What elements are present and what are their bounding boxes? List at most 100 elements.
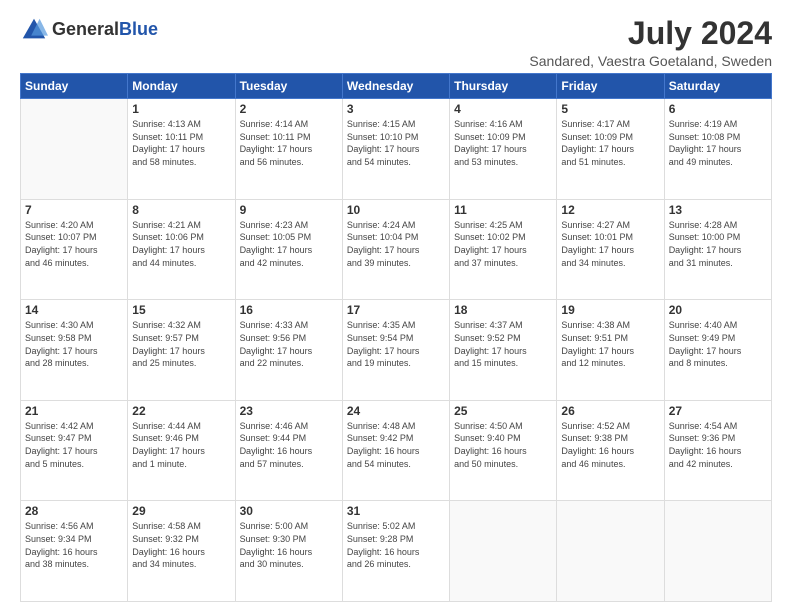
table-row: 27Sunrise: 4:54 AMSunset: 9:36 PMDayligh… xyxy=(664,400,771,501)
day-info: Sunrise: 4:40 AMSunset: 9:49 PMDaylight:… xyxy=(669,319,767,369)
calendar-week-row: 21Sunrise: 4:42 AMSunset: 9:47 PMDayligh… xyxy=(21,400,772,501)
table-row: 24 Sunrise: 4:48 AMSunset: 9:42 PMDayligh… xyxy=(342,400,449,501)
calendar-week-row: 7Sunrise: 4:20 AMSunset: 10:07 PMDayligh… xyxy=(21,199,772,300)
logo-blue: Blue xyxy=(119,19,158,39)
day-number: 25 xyxy=(454,404,552,418)
table-row: 31 Sunrise: 5:02 AMSunset: 9:28 PMDayligh… xyxy=(342,501,449,602)
main-title: July 2024 xyxy=(529,16,772,51)
title-block: July 2024 Sandared, Vaestra Goetaland, S… xyxy=(529,16,772,69)
table-row xyxy=(21,99,128,200)
day-number: 30 xyxy=(240,504,338,518)
day-number: 11 xyxy=(454,203,552,217)
day-number: 24 xyxy=(347,404,445,418)
table-row xyxy=(664,501,771,602)
calendar-table: Sunday Monday Tuesday Wednesday Thursday… xyxy=(20,73,772,602)
day-info: Sunrise: 4:32 AMSunset: 9:57 PMDaylight:… xyxy=(132,319,230,369)
table-row: 18 Sunrise: 4:37 AMSunset: 9:52 PMDayligh… xyxy=(450,300,557,401)
day-info: Sunrise: 4:50 AMSunset: 9:40 PMDaylight:… xyxy=(454,420,552,470)
subtitle: Sandared, Vaestra Goetaland, Sweden xyxy=(529,53,772,69)
day-number: 4 xyxy=(454,102,552,116)
table-row: 16 Sunrise: 4:33 AMSunset: 9:56 PMDayligh… xyxy=(235,300,342,401)
day-number: 28 xyxy=(25,504,123,518)
col-tuesday: Tuesday xyxy=(235,74,342,99)
table-row: 30Sunrise: 5:00 AMSunset: 9:30 PMDayligh… xyxy=(235,501,342,602)
day-number: 8 xyxy=(132,203,230,217)
logo: GeneralBlue xyxy=(20,16,158,44)
table-row: 28 Sunrise: 4:56 AMSunset: 9:34 PMDayligh… xyxy=(21,501,128,602)
day-info: Sunrise: 5:02 AMSunset: 9:28 PMDaylight:… xyxy=(347,520,445,570)
day-number: 19 xyxy=(561,303,659,317)
day-number: 17 xyxy=(347,303,445,317)
logo-general: General xyxy=(52,19,119,39)
table-row: 6 Sunrise: 4:19 AMSunset: 10:08 PMDayligh… xyxy=(664,99,771,200)
table-row: 14 Sunrise: 4:30 AMSunset: 9:58 PMDayligh… xyxy=(21,300,128,401)
day-info: Sunrise: 4:24 AMSunset: 10:04 PMDaylight… xyxy=(347,219,445,269)
day-number: 2 xyxy=(240,102,338,116)
table-row: 19 Sunrise: 4:38 AMSunset: 9:51 PMDayligh… xyxy=(557,300,664,401)
day-number: 12 xyxy=(561,203,659,217)
day-info: Sunrise: 4:27 AMSunset: 10:01 PMDaylight… xyxy=(561,219,659,269)
day-info: Sunrise: 4:42 AMSunset: 9:47 PMDaylight:… xyxy=(25,420,123,470)
day-number: 9 xyxy=(240,203,338,217)
table-row: 8 Sunrise: 4:21 AMSunset: 10:06 PMDayligh… xyxy=(128,199,235,300)
table-row: 29Sunrise: 4:58 AMSunset: 9:32 PMDayligh… xyxy=(128,501,235,602)
day-number: 16 xyxy=(240,303,338,317)
table-row: 21Sunrise: 4:42 AMSunset: 9:47 PMDayligh… xyxy=(21,400,128,501)
day-info: Sunrise: 4:15 AMSunset: 10:10 PMDaylight… xyxy=(347,118,445,168)
table-row: 23 Sunrise: 4:46 AMSunset: 9:44 PMDayligh… xyxy=(235,400,342,501)
table-row: 2 Sunrise: 4:14 AMSunset: 10:11 PMDayligh… xyxy=(235,99,342,200)
day-info: Sunrise: 4:48 AMSunset: 9:42 PMDaylight:… xyxy=(347,420,445,470)
col-monday: Monday xyxy=(128,74,235,99)
day-info: Sunrise: 4:44 AMSunset: 9:46 PMDaylight:… xyxy=(132,420,230,470)
day-info: Sunrise: 4:35 AMSunset: 9:54 PMDaylight:… xyxy=(347,319,445,369)
table-row: 11 Sunrise: 4:25 AMSunset: 10:02 PMDaylig… xyxy=(450,199,557,300)
day-info: Sunrise: 4:14 AMSunset: 10:11 PMDaylight… xyxy=(240,118,338,168)
table-row: 15Sunrise: 4:32 AMSunset: 9:57 PMDayligh… xyxy=(128,300,235,401)
table-row: 22Sunrise: 4:44 AMSunset: 9:46 PMDayligh… xyxy=(128,400,235,501)
day-number: 13 xyxy=(669,203,767,217)
day-info: Sunrise: 4:46 AMSunset: 9:44 PMDaylight:… xyxy=(240,420,338,470)
day-number: 18 xyxy=(454,303,552,317)
day-info: Sunrise: 4:33 AMSunset: 9:56 PMDaylight:… xyxy=(240,319,338,369)
day-info: Sunrise: 4:37 AMSunset: 9:52 PMDaylight:… xyxy=(454,319,552,369)
calendar-week-row: 1Sunrise: 4:13 AMSunset: 10:11 PMDayligh… xyxy=(21,99,772,200)
table-row: 7Sunrise: 4:20 AMSunset: 10:07 PMDayligh… xyxy=(21,199,128,300)
day-info: Sunrise: 4:25 AMSunset: 10:02 PMDaylight… xyxy=(454,219,552,269)
col-wednesday: Wednesday xyxy=(342,74,449,99)
table-row: 3Sunrise: 4:15 AMSunset: 10:10 PMDayligh… xyxy=(342,99,449,200)
day-number: 5 xyxy=(561,102,659,116)
day-info: Sunrise: 4:17 AMSunset: 10:09 PMDaylight… xyxy=(561,118,659,168)
day-number: 23 xyxy=(240,404,338,418)
day-number: 6 xyxy=(669,102,767,116)
day-info: Sunrise: 4:38 AMSunset: 9:51 PMDaylight:… xyxy=(561,319,659,369)
table-row: 20Sunrise: 4:40 AMSunset: 9:49 PMDayligh… xyxy=(664,300,771,401)
table-row: 25 Sunrise: 4:50 AMSunset: 9:40 PMDayligh… xyxy=(450,400,557,501)
day-info: Sunrise: 4:52 AMSunset: 9:38 PMDaylight:… xyxy=(561,420,659,470)
table-row: 10 Sunrise: 4:24 AMSunset: 10:04 PMDaylig… xyxy=(342,199,449,300)
col-saturday: Saturday xyxy=(664,74,771,99)
calendar-header-row: Sunday Monday Tuesday Wednesday Thursday… xyxy=(21,74,772,99)
table-row xyxy=(450,501,557,602)
day-info: Sunrise: 4:19 AMSunset: 10:08 PMDaylight… xyxy=(669,118,767,168)
table-row: 17 Sunrise: 4:35 AMSunset: 9:54 PMDayligh… xyxy=(342,300,449,401)
day-number: 14 xyxy=(25,303,123,317)
day-info: Sunrise: 4:23 AMSunset: 10:05 PMDaylight… xyxy=(240,219,338,269)
table-row: 13 Sunrise: 4:28 AMSunset: 10:00 PMDaylig… xyxy=(664,199,771,300)
table-row: 4 Sunrise: 4:16 AMSunset: 10:09 PMDayligh… xyxy=(450,99,557,200)
table-row: 26Sunrise: 4:52 AMSunset: 9:38 PMDayligh… xyxy=(557,400,664,501)
calendar-week-row: 14 Sunrise: 4:30 AMSunset: 9:58 PMDayligh… xyxy=(21,300,772,401)
day-info: Sunrise: 4:56 AMSunset: 9:34 PMDaylight:… xyxy=(25,520,123,570)
col-friday: Friday xyxy=(557,74,664,99)
table-row: 12 Sunrise: 4:27 AMSunset: 10:01 PMDaylig… xyxy=(557,199,664,300)
day-info: Sunrise: 4:21 AMSunset: 10:06 PMDaylight… xyxy=(132,219,230,269)
day-info: Sunrise: 4:16 AMSunset: 10:09 PMDaylight… xyxy=(454,118,552,168)
day-info: Sunrise: 4:20 AMSunset: 10:07 PMDaylight… xyxy=(25,219,123,269)
page: GeneralBlue July 2024 Sandared, Vaestra … xyxy=(0,0,792,612)
day-info: Sunrise: 4:28 AMSunset: 10:00 PMDaylight… xyxy=(669,219,767,269)
day-info: Sunrise: 4:58 AMSunset: 9:32 PMDaylight:… xyxy=(132,520,230,570)
table-row: 5 Sunrise: 4:17 AMSunset: 10:09 PMDayligh… xyxy=(557,99,664,200)
day-info: Sunrise: 4:30 AMSunset: 9:58 PMDaylight:… xyxy=(25,319,123,369)
day-number: 31 xyxy=(347,504,445,518)
logo-icon xyxy=(20,16,48,44)
day-number: 10 xyxy=(347,203,445,217)
